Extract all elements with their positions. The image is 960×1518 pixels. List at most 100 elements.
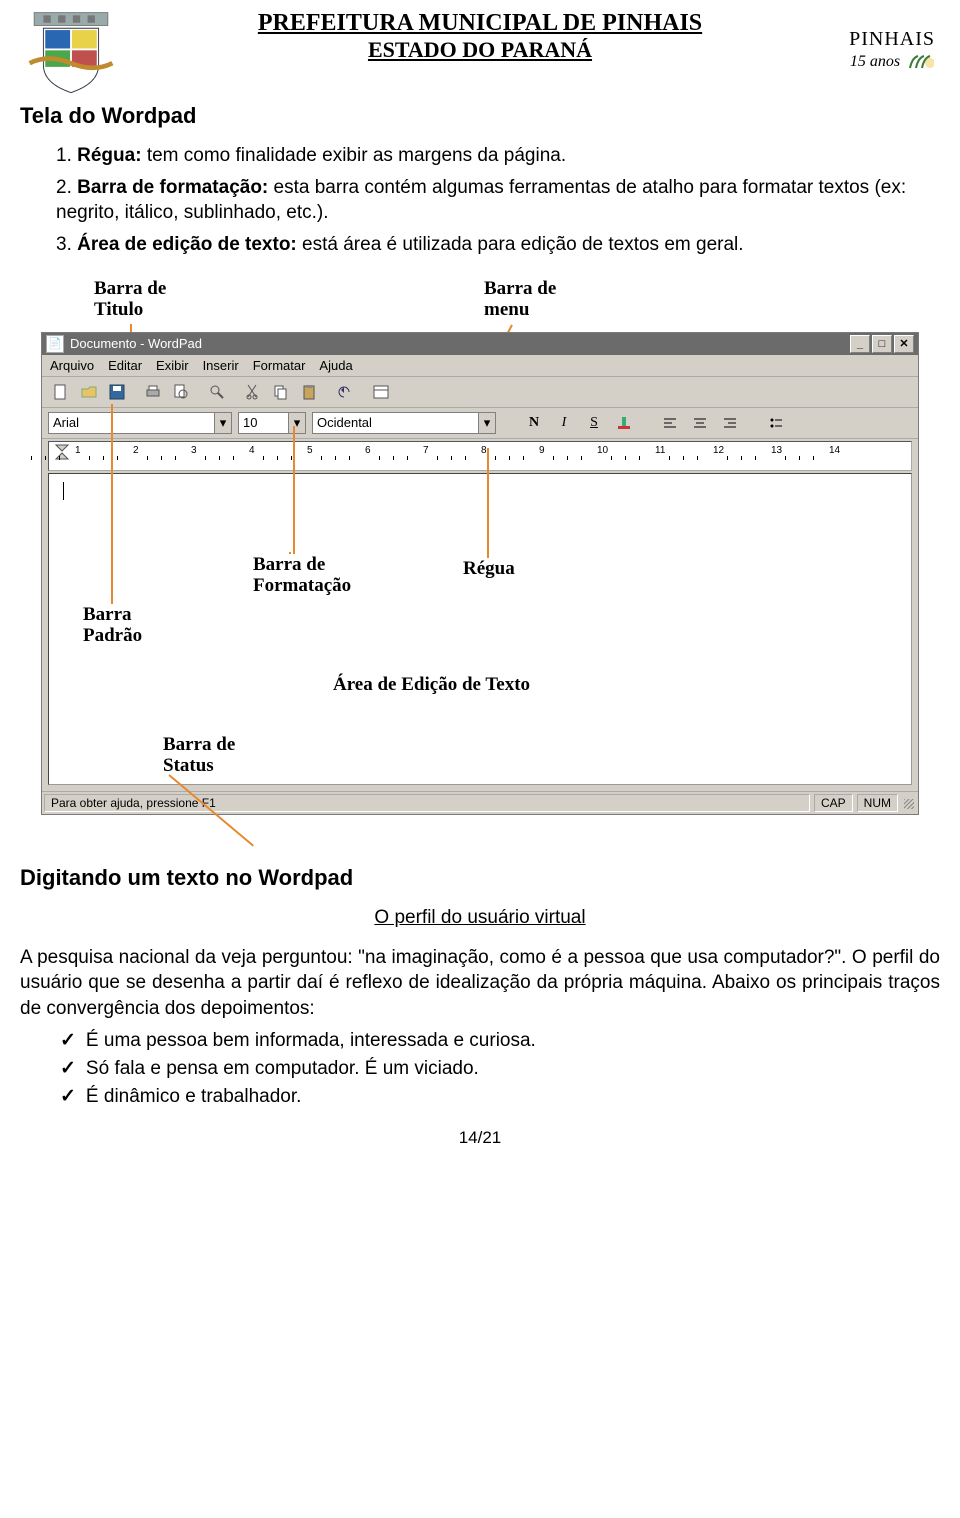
page-number: 14/21 <box>20 1128 940 1148</box>
list-item-1: 1. Régua: tem como finalidade exibir as … <box>56 143 940 169</box>
list-bold: Barra de formatação: <box>77 177 268 198</box>
ruler-tick: 9 <box>539 445 545 456</box>
chevron-down-icon: ▾ <box>288 413 305 433</box>
script-value: Ocidental <box>317 415 372 430</box>
italic-button[interactable]: I <box>552 412 576 434</box>
menu-item[interactable]: Arquivo <box>50 358 94 373</box>
top-callouts: Barra de Titulo Barra de menu <box>20 272 940 332</box>
ruler-tick: 4 <box>249 445 255 456</box>
title-bar: 📄 Documento - WordPad _ □ ✕ <box>42 333 918 355</box>
status-num: NUM <box>857 794 898 812</box>
brand-name: PINHAIS <box>849 28 935 51</box>
ruler-tick: 6 <box>365 445 371 456</box>
indent-marker-icon[interactable] <box>55 444 69 460</box>
document-header: PREFEITURA MUNICIPAL DE PINHAIS ESTADO D… <box>20 10 940 63</box>
ruler: 1234567891011121314 <box>48 441 912 471</box>
status-cap: CAP <box>814 794 853 812</box>
ruler-tick: 14 <box>829 445 840 456</box>
callout-padrao: Barra Padrão <box>79 604 146 648</box>
menu-item[interactable]: Exibir <box>156 358 189 373</box>
ruler-tick: 13 <box>771 445 782 456</box>
callout-regua: Régua <box>459 558 519 580</box>
check-item: É dinâmico e trabalhador. <box>60 1083 940 1111</box>
list-bold: Régua: <box>77 145 141 166</box>
print-icon[interactable] <box>140 380 166 404</box>
app-icon: 📄 <box>46 335 64 353</box>
ruler-tick: 12 <box>713 445 724 456</box>
cut-icon[interactable] <box>240 380 266 404</box>
callout-menu: Barra de menu <box>480 278 560 322</box>
callout-status: Barra de Status <box>159 734 239 778</box>
check-item: Só fala e pensa em computador. É um vici… <box>60 1055 940 1083</box>
align-left-icon[interactable] <box>658 412 682 434</box>
save-icon[interactable] <box>104 380 130 404</box>
section-title-2: Digitando um texto no Wordpad <box>20 865 940 891</box>
header-titles: PREFEITURA MUNICIPAL DE PINHAIS ESTADO D… <box>258 10 702 63</box>
menu-item[interactable]: Ajuda <box>319 358 352 373</box>
font-combo[interactable]: Arial ▾ <box>48 412 232 434</box>
copy-icon[interactable] <box>268 380 294 404</box>
underline-button[interactable]: S <box>582 412 606 434</box>
maximize-button[interactable]: □ <box>872 335 892 353</box>
ruler-tick: 1 <box>75 445 81 456</box>
ruler-tick: 5 <box>307 445 313 456</box>
ruler-tick: 10 <box>597 445 608 456</box>
list-num: 1. <box>56 145 72 166</box>
align-right-icon[interactable] <box>718 412 742 434</box>
callout-edicao: Área de Edição de Texto <box>329 674 534 696</box>
list-item-3: 3. Área de edição de texto: está área é … <box>56 232 940 258</box>
pointer-line <box>487 448 489 558</box>
menu-item[interactable]: Inserir <box>203 358 239 373</box>
menu-item[interactable]: Editar <box>108 358 142 373</box>
new-icon[interactable] <box>48 380 74 404</box>
list-num: 3. <box>56 234 72 255</box>
size-combo[interactable]: 10 ▾ <box>238 412 306 434</box>
preview-icon[interactable] <box>168 380 194 404</box>
chevron-down-icon: ▾ <box>478 413 495 433</box>
menu-item[interactable]: Formatar <box>253 358 306 373</box>
list-bold: Área de edição de texto: <box>77 234 297 255</box>
minimize-button[interactable]: _ <box>850 335 870 353</box>
paste-icon[interactable] <box>296 380 322 404</box>
logo-right: PINHAIS 15 anos <box>849 28 935 74</box>
menu-bar: Arquivo Editar Exibir Inserir Formatar A… <box>42 355 918 377</box>
pointer-line <box>293 426 295 554</box>
pointer-line <box>111 404 113 604</box>
ruler-tick: 11 <box>655 445 665 456</box>
open-icon[interactable] <box>76 380 102 404</box>
list-num: 2. <box>56 177 72 198</box>
check-item: É uma pessoa bem informada, interessada … <box>60 1027 940 1055</box>
close-button[interactable]: ✕ <box>894 335 914 353</box>
font-value: Arial <box>53 415 79 430</box>
text-cursor <box>63 482 64 500</box>
list-item-2: 2. Barra de formatação: esta barra conté… <box>56 175 940 226</box>
edit-area[interactable]: Barra de Formatação Régua Barra Padrão Á… <box>48 473 912 785</box>
ruler-tick: 8 <box>481 445 487 456</box>
section-title-1: Tela do Wordpad <box>20 103 940 129</box>
chevron-down-icon: ▾ <box>214 413 231 433</box>
find-icon[interactable] <box>204 380 230 404</box>
ruler-tick: 2 <box>133 445 139 456</box>
format-toolbar: Arial ▾ 10 ▾ Ocidental ▾ N I S <box>42 408 918 439</box>
window-title: Documento - WordPad <box>70 336 202 351</box>
paragraph-1: A pesquisa nacional da veja perguntou: "… <box>20 945 940 1022</box>
ruler-tick: 7 <box>423 445 429 456</box>
bullets-icon[interactable] <box>764 412 788 434</box>
datetime-icon[interactable] <box>368 380 394 404</box>
resize-grip-icon[interactable] <box>900 795 916 811</box>
align-center-icon[interactable] <box>688 412 712 434</box>
callout-titulo: Barra de Titulo <box>90 278 170 322</box>
bold-button[interactable]: N <box>522 412 546 434</box>
size-value: 10 <box>243 415 257 430</box>
palm-icon <box>906 51 934 74</box>
header-title-2: ESTADO DO PARANÁ <box>258 37 702 63</box>
crest-icon <box>25 8 117 100</box>
undo-icon[interactable] <box>332 380 358 404</box>
header-title-1: PREFEITURA MUNICIPAL DE PINHAIS <box>258 10 702 37</box>
callout-formatacao: Barra de Formatação <box>249 554 355 598</box>
wordpad-window: 📄 Documento - WordPad _ □ ✕ Arquivo Edit… <box>41 332 919 815</box>
ruler-tick: 3 <box>191 445 197 456</box>
script-combo[interactable]: Ocidental ▾ <box>312 412 496 434</box>
list-text: está área é utilizada para edição de tex… <box>297 234 744 255</box>
color-icon[interactable] <box>612 412 636 434</box>
